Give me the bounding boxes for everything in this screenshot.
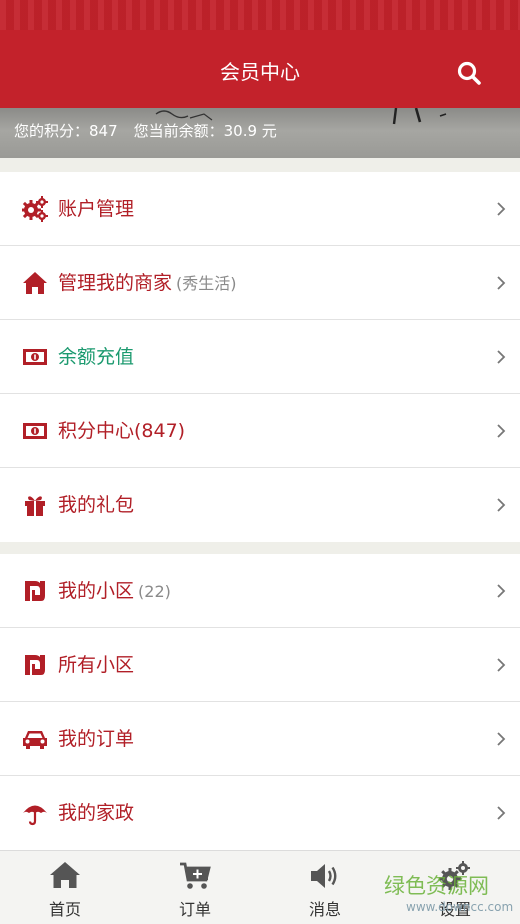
tab-label: 订单 — [178, 900, 211, 919]
chevron-right-icon — [497, 350, 506, 364]
menu-item-points-center[interactable]: 积分中心(847) — [0, 394, 520, 468]
umbrella-icon — [23, 805, 47, 826]
page-title: 会员中心 — [220, 60, 300, 84]
gift-icon — [25, 496, 45, 516]
tab-label: 首页 — [48, 900, 81, 919]
watermark: 绿色资源网 www.downcc.com — [384, 870, 520, 924]
menu-item-label: 余额充值 — [58, 346, 135, 368]
watermark-title: 绿色资源网 — [384, 874, 489, 898]
menu-item-my-housekeeping[interactable]: 我的家政 — [0, 776, 520, 850]
menu-item-manage-merchant[interactable]: 管理我的商家 (秀生活) — [0, 246, 520, 320]
chevron-right-icon — [497, 276, 506, 290]
menu-item-my-orders[interactable]: 我的订单 — [0, 702, 520, 776]
menu-item-my-gift[interactable]: 我的礼包 — [0, 468, 520, 542]
chevron-right-icon — [497, 658, 506, 672]
menu-item-label: 管理我的商家 (秀生活) — [58, 272, 237, 294]
home-icon — [23, 272, 47, 294]
menu-item-label: 我的订单 — [58, 728, 135, 750]
menu-item-all-communities[interactable]: 所有小区 — [0, 628, 520, 702]
tab-label: 消息 — [308, 900, 341, 919]
tab-home[interactable]: 首页 — [0, 851, 130, 924]
menu-item-recharge[interactable]: 余额充值 — [0, 320, 520, 394]
menu-item-label: 我的家政 — [58, 802, 135, 824]
watermark-url: www.downcc.com — [406, 900, 514, 914]
tab-orders[interactable]: 订单 — [130, 851, 260, 924]
points-text: 您的积分：847 — [14, 122, 118, 140]
money-icon — [23, 423, 47, 439]
menu-item-account-management[interactable]: 账户管理 — [0, 172, 520, 246]
chevron-right-icon — [497, 498, 506, 512]
menu-group-account: 账户管理 管理我的商家 (秀生活) 余额充值 积分中心(847) 我的礼包 — [0, 172, 520, 542]
menu-item-label: 我的礼包 — [58, 494, 135, 516]
gears-icon — [22, 196, 48, 222]
chevron-right-icon — [497, 424, 506, 438]
header-texture — [0, 0, 520, 30]
home-icon — [50, 862, 80, 888]
menu-item-label: 所有小区 — [58, 654, 135, 676]
menu-group-community: 我的小区 (22) 所有小区 我的订单 我的家政 — [0, 554, 520, 850]
chevron-right-icon — [497, 584, 506, 598]
car-icon — [23, 731, 47, 749]
speaker-icon — [311, 864, 337, 888]
community-icon — [25, 655, 45, 675]
community-icon — [25, 581, 45, 601]
chevron-right-icon — [497, 806, 506, 820]
menu-item-label: 我的小区 (22) — [58, 580, 171, 602]
menu-item-label: 账户管理 — [58, 198, 135, 220]
app-header: 会员中心 — [0, 0, 520, 108]
account-banner: 您的积分：847 您当前余额：30.9 元 — [0, 108, 520, 158]
balance-text: 您当前余额：30.9 元 — [133, 122, 277, 140]
chevron-right-icon — [497, 202, 506, 216]
menu-item-my-community[interactable]: 我的小区 (22) — [0, 554, 520, 628]
money-icon — [23, 349, 47, 365]
account-summary: 您的积分：847 您当前余额：30.9 元 — [14, 120, 293, 141]
tab-messages[interactable]: 消息 — [260, 851, 390, 924]
menu-item-label: 积分中心(847) — [58, 420, 186, 442]
chevron-right-icon — [497, 732, 506, 746]
search-icon[interactable] — [456, 60, 482, 86]
cart-add-icon — [180, 862, 211, 889]
